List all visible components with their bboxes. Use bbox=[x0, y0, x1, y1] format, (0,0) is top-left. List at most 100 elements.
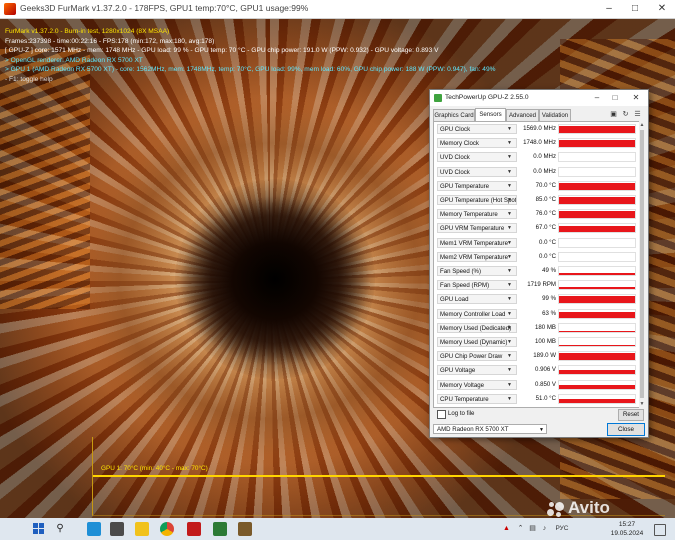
sensor-value: 100 MB bbox=[534, 338, 556, 345]
sensor-value: 189.0 W bbox=[533, 352, 556, 360]
windows-start-icon[interactable] bbox=[33, 523, 45, 535]
network-icon[interactable]: ▤ bbox=[528, 524, 537, 533]
chevron-down-icon: ▼ bbox=[507, 239, 512, 246]
sensor-row: Memory Used (Dynamic) ▼ 100 MB bbox=[434, 335, 639, 349]
sensor-name-dropdown[interactable]: Memory Used (Dynamic) bbox=[437, 337, 517, 347]
file-explorer-icon[interactable] bbox=[135, 522, 149, 536]
edge-icon[interactable] bbox=[87, 522, 101, 536]
temperature-graph-label: GPU 1: 70°C (min: 40°C - max: 70°C) bbox=[101, 465, 208, 472]
sensor-name-dropdown[interactable]: UVD Clock bbox=[437, 152, 517, 163]
tab-advanced[interactable]: Advanced bbox=[506, 109, 539, 121]
sensor-graph-bar bbox=[559, 197, 635, 204]
furmark-app-icon bbox=[4, 3, 16, 15]
chevron-down-icon: ▼ bbox=[507, 310, 512, 317]
chevron-down-icon: ▼ bbox=[507, 154, 512, 161]
refresh-icon[interactable]: ↻ bbox=[621, 110, 630, 119]
sensor-name-dropdown[interactable]: Memory Controller Load bbox=[437, 308, 517, 319]
sensor-graph bbox=[558, 152, 636, 163]
chevron-down-icon: ▼ bbox=[507, 225, 512, 232]
search-icon[interactable]: ⚲ bbox=[54, 523, 66, 535]
sensor-graph-bar bbox=[559, 296, 635, 304]
sensor-graph bbox=[558, 294, 636, 305]
sensor-name-dropdown[interactable]: GPU Chip Power Draw bbox=[437, 351, 517, 362]
tray-chevron-icon[interactable]: ⌃ bbox=[516, 524, 525, 533]
volume-icon[interactable]: ♪ bbox=[540, 524, 549, 533]
sensor-name-dropdown[interactable]: GPU Load bbox=[437, 294, 517, 305]
notifications-icon[interactable] bbox=[654, 524, 666, 536]
sensor-value: 1569.0 MHz bbox=[523, 125, 556, 132]
sensor-name-dropdown[interactable]: Fan Speed (%) bbox=[437, 266, 517, 276]
furmark-overlay-text: FurMark v1.37.2.0 - Burn-in test, 1280x1… bbox=[5, 27, 495, 85]
scroll-thumb[interactable] bbox=[640, 130, 644, 398]
tab-sensors[interactable]: Sensors bbox=[475, 108, 506, 121]
amd-tray-icon[interactable]: ▲ bbox=[502, 524, 511, 533]
sensor-name-dropdown[interactable]: GPU Temperature bbox=[437, 180, 517, 191]
close-icon[interactable]: ✕ bbox=[649, 0, 675, 18]
sensor-name-dropdown[interactable]: Memory Temperature bbox=[437, 209, 517, 220]
sensor-row: Memory Controller Load ▼ 63 % bbox=[434, 307, 639, 321]
minimize-icon[interactable]: – bbox=[596, 0, 622, 18]
chevron-down-icon: ▼ bbox=[507, 253, 512, 260]
sensor-row: Mem2 VRM Temperature ▼ 0.0 °C bbox=[434, 250, 639, 264]
gpu-select-dropdown[interactable]: AMD Radeon RX 5700 XT ▼ bbox=[433, 424, 547, 434]
gpuz-toolbar: ▣ ↻ ☰ bbox=[609, 110, 647, 120]
scroll-up-icon[interactable]: ▲ bbox=[639, 121, 645, 129]
scroll-down-icon[interactable]: ▼ bbox=[639, 400, 645, 408]
sensor-row: Fan Speed (%) ▼ 49 % bbox=[434, 264, 639, 278]
sensor-name-dropdown[interactable]: GPU Voltage bbox=[437, 365, 517, 376]
sensor-graph-bar bbox=[559, 398, 635, 403]
sensor-name-dropdown[interactable]: Memory Used (Dedicated) bbox=[437, 322, 517, 333]
gpuz-minimize-icon[interactable]: – bbox=[590, 92, 604, 104]
reset-button[interactable]: Reset bbox=[618, 409, 644, 421]
sensor-row: Memory Clock ▼ 1748.0 MHz bbox=[434, 136, 639, 150]
log-to-file-checkbox[interactable] bbox=[437, 410, 446, 419]
sensor-value: 70.0 °C bbox=[535, 181, 556, 189]
sensor-name-dropdown[interactable]: Memory Voltage bbox=[437, 379, 517, 390]
tab-validation[interactable]: Validation bbox=[539, 109, 571, 121]
sensor-value: 0.0 °C bbox=[538, 252, 556, 260]
sensor-name-dropdown[interactable]: UVD Clock bbox=[437, 166, 517, 177]
sensor-graph bbox=[558, 337, 636, 347]
tab-graphics-card[interactable]: Graphics Card bbox=[433, 109, 475, 121]
sensor-row: GPU VRM Temperature ▼ 67.0 °C bbox=[434, 221, 639, 235]
menu-icon[interactable]: ☰ bbox=[633, 110, 642, 119]
gpuz-taskbar-icon[interactable] bbox=[213, 522, 227, 536]
sensor-graph bbox=[558, 237, 636, 248]
maximize-icon[interactable]: □ bbox=[622, 0, 648, 18]
furmark-titlebar[interactable]: Geeks3D FurMark v1.37.2.0 - 178FPS, GPU1… bbox=[0, 0, 675, 19]
sensor-name-dropdown[interactable]: GPU Clock bbox=[437, 124, 517, 134]
gpuz-maximize-icon[interactable]: □ bbox=[608, 92, 622, 104]
sensor-graph bbox=[558, 308, 636, 319]
sensor-graph-bar bbox=[559, 225, 635, 233]
task-view-icon[interactable] bbox=[110, 522, 124, 536]
app-taskbar-icon[interactable] bbox=[238, 522, 252, 536]
close-button[interactable]: Close bbox=[607, 423, 645, 436]
sensor-list-scrollbar[interactable]: ▲ ▼ bbox=[639, 121, 645, 408]
sensor-graph bbox=[558, 180, 636, 191]
sensor-row: GPU Clock ▼ 1569.0 MHz bbox=[434, 122, 639, 136]
sensor-graph bbox=[558, 322, 636, 333]
sensor-name-dropdown[interactable]: Fan Speed (RPM) bbox=[437, 280, 517, 291]
sensor-name-dropdown[interactable]: CPU Temperature bbox=[437, 393, 517, 404]
overlay-line-gpuz: [ GPU-Z ] core: 1571 MHz - mem: 1748 MHz… bbox=[5, 47, 439, 55]
sensor-name-dropdown[interactable]: Memory Clock bbox=[437, 138, 517, 149]
gpuz-close-icon[interactable]: ✕ bbox=[629, 92, 643, 104]
sensor-graph bbox=[558, 223, 636, 234]
camera-icon[interactable]: ▣ bbox=[609, 110, 618, 119]
sensor-graph bbox=[558, 365, 636, 376]
sensor-name-dropdown[interactable]: GPU Temperature (Hot Spot) bbox=[437, 195, 517, 205]
chevron-down-icon: ▼ bbox=[507, 395, 512, 402]
language-indicator[interactable]: РУС bbox=[552, 524, 572, 533]
chevron-down-icon: ▼ bbox=[507, 211, 512, 218]
chrome-icon[interactable] bbox=[160, 522, 174, 536]
sensor-name-dropdown[interactable]: Mem2 VRM Temperature bbox=[437, 251, 517, 262]
sensor-name-dropdown[interactable]: GPU VRM Temperature bbox=[437, 223, 517, 234]
sensor-row: GPU Load ▼ 99 % bbox=[434, 292, 639, 306]
render-decoration-left bbox=[0, 49, 90, 309]
gpuz-window-title: TechPowerUp GPU-Z 2.55.0 bbox=[445, 94, 529, 101]
chevron-down-icon: ▼ bbox=[507, 339, 512, 345]
taskbar-clock[interactable]: 15:27 19.05.2024 bbox=[610, 520, 644, 538]
furmark-taskbar-icon[interactable] bbox=[187, 522, 201, 536]
gpuz-titlebar[interactable]: TechPowerUp GPU-Z 2.55.0 – □ ✕ bbox=[430, 90, 648, 106]
sensor-name-dropdown[interactable]: Mem1 VRM Temperature bbox=[437, 237, 517, 248]
